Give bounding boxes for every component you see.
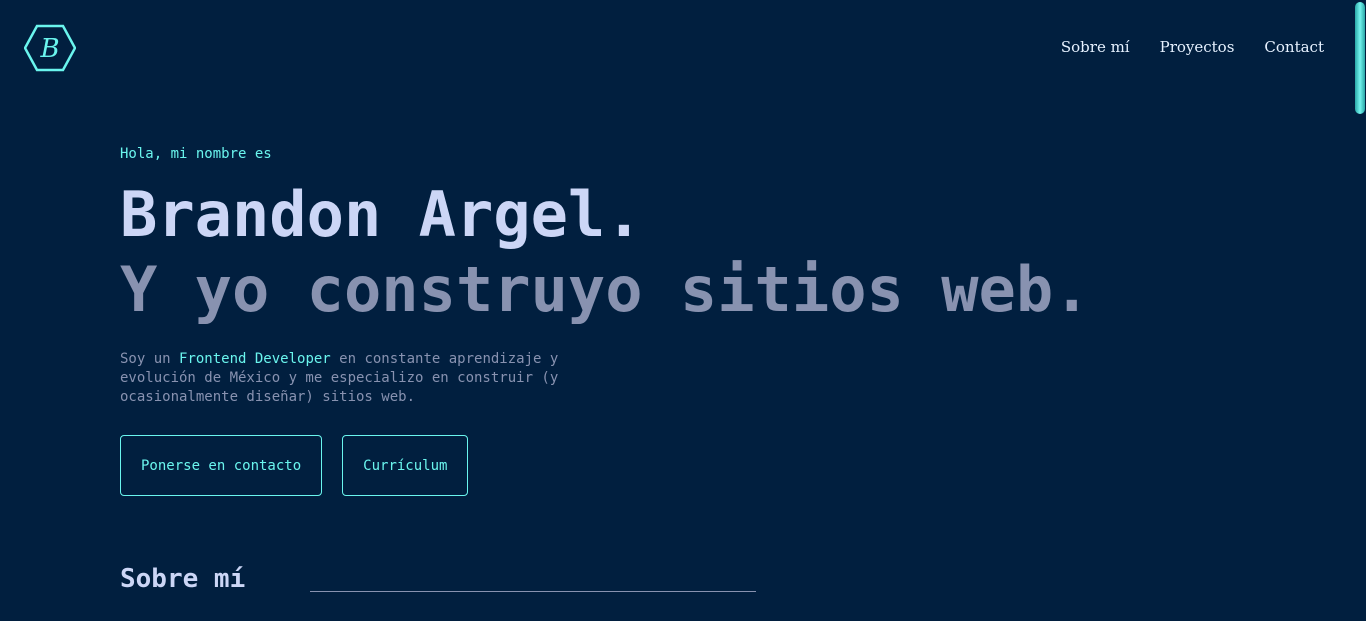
nav-link-contact[interactable]: Contact	[1264, 38, 1324, 56]
hero-buttons: Ponerse en contacto Currículum	[120, 435, 469, 496]
bio-highlight: Frontend Developer	[179, 351, 331, 367]
section-divider	[310, 591, 756, 592]
nav-link-sobre-mi[interactable]: Sobre mí	[1061, 38, 1130, 56]
about-title: Sobre mí	[120, 564, 246, 594]
logo[interactable]: B	[24, 24, 76, 72]
hero-tagline: Y yo construyo sitios web.	[120, 253, 1091, 326]
hero-name: Brandon Argel.	[120, 178, 643, 251]
bio-prefix: Soy un	[120, 351, 180, 367]
main-nav: Sobre mí Proyectos Contact	[1061, 38, 1324, 56]
hero-section: Hola, mi nombre es Brandon Argel. Y yo c…	[120, 140, 1220, 407]
resume-button[interactable]: Currículum	[342, 435, 469, 496]
contact-button[interactable]: Ponerse en contacto	[120, 435, 323, 496]
hexagon-logo-icon: B	[24, 24, 76, 72]
scrollbar-thumb[interactable]	[1355, 2, 1365, 114]
page-scrollbar[interactable]	[1354, 0, 1366, 621]
hero-bio: Soy un Frontend Developer en constante a…	[120, 350, 600, 407]
logo-letter: B	[39, 34, 59, 64]
hero-greeting: Hola, mi nombre es	[120, 146, 272, 162]
about-section-header: Sobre mí	[120, 564, 756, 594]
nav-link-proyectos[interactable]: Proyectos	[1160, 38, 1235, 56]
